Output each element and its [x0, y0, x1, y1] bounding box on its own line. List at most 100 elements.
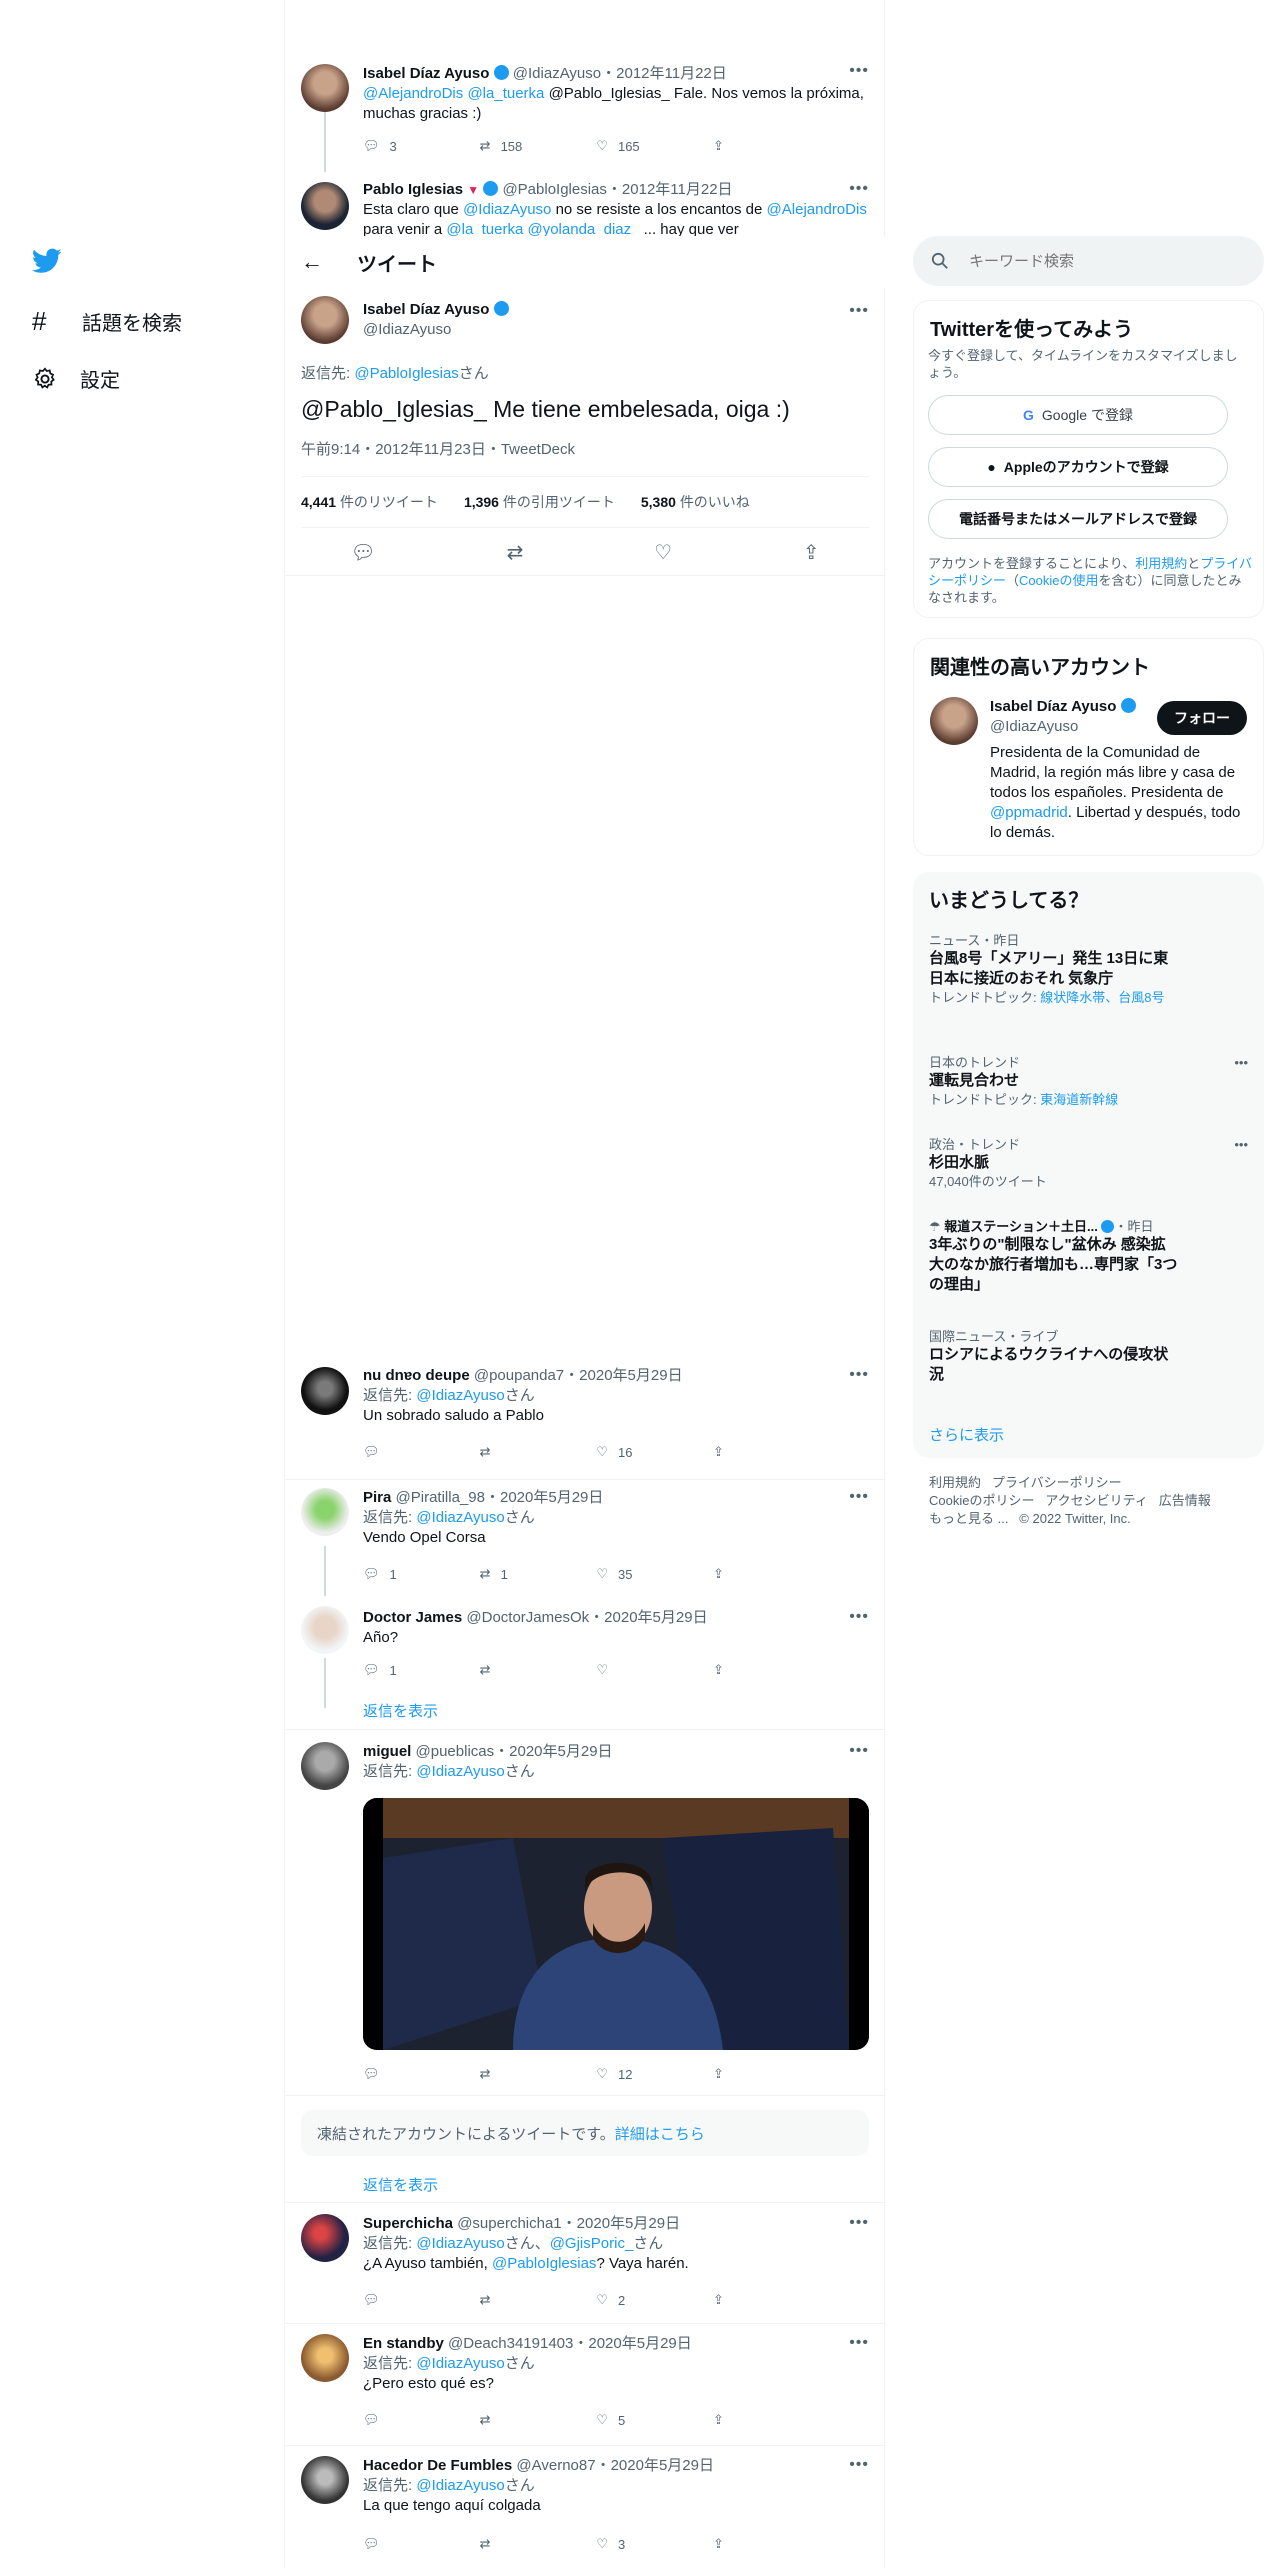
author-handle[interactable]: @Averno87 [516, 2457, 595, 2474]
mention[interactable]: @PabloIglesias [492, 2255, 596, 2272]
reply-tweet[interactable]: nu dnɐo deupe @poupanda7・2020年5月29日 返信先:… [285, 1362, 885, 1480]
author-handle[interactable]: @DoctorJamesOk [466, 1609, 589, 1626]
avatar[interactable] [930, 697, 978, 745]
author-name[interactable]: Pira [363, 1489, 391, 1506]
tweet-date[interactable]: 2020年5月29日 [577, 2215, 680, 2232]
author-handle[interactable]: @pueblicas [416, 1743, 495, 1760]
avatar[interactable] [301, 64, 349, 112]
share-button[interactable]: ⇪ [713, 2292, 783, 2308]
more-options-icon[interactable]: ••• [849, 1742, 869, 1760]
avatar[interactable] [301, 2214, 349, 2262]
share-button[interactable]: ⇪ [713, 2412, 783, 2428]
mention[interactable]: @IdiazAyuso [416, 1387, 504, 1404]
quote-stat[interactable]: 1,396 件の引用ツイート [464, 492, 615, 512]
footer-link[interactable]: プライバシーポリシー [992, 1475, 1122, 1490]
mention[interactable]: @IdiazAyuso [463, 201, 551, 218]
mention[interactable]: @IdiazAyuso [416, 1763, 504, 1780]
author-name[interactable]: Isabel Díaz Ayuso [363, 65, 489, 82]
footer-link[interactable]: Cookieのポリシー [929, 1493, 1034, 1508]
tweet-date[interactable]: 2020年5月29日 [509, 1743, 612, 1760]
author-name[interactable]: nu dnɐo deupe [363, 1367, 470, 1384]
footer-link[interactable]: 利用規約 [929, 1475, 981, 1490]
more-options-icon[interactable]: ••• [849, 1366, 869, 1384]
thread-tweet-1[interactable]: Isabel Díaz Ayuso @IdiazAyuso・2012年11月22… [285, 50, 885, 172]
retweet-button[interactable]: ⇄ [480, 2536, 550, 2552]
retweet-button[interactable]: ⇄ [480, 2066, 550, 2082]
back-arrow-icon[interactable]: ← [301, 249, 341, 275]
retweet-button[interactable]: ⇄ 158 [480, 138, 550, 154]
show-replies-link[interactable]: 返信を表示 [363, 2174, 438, 2195]
author-handle[interactable]: @Piratilla_98 [396, 1489, 485, 1506]
reply-tweet[interactable]: Doctor James @DoctorJamesOk・2020年5月29日 A… [285, 1600, 885, 1730]
reply-button[interactable]: 💬︎ [363, 2412, 433, 2428]
more-options-icon[interactable]: ••• [849, 2214, 869, 2232]
avatar[interactable] [301, 296, 349, 344]
avatar[interactable] [301, 1742, 349, 1790]
tweet-date[interactable]: 2020年5月29日 [588, 2335, 691, 2352]
heart-icon[interactable]: ♡ [654, 540, 672, 565]
nav-settings[interactable]: 設定 [32, 364, 120, 393]
author-name[interactable]: Pablo Iglesias [363, 181, 463, 198]
phone-email-signup-button[interactable]: 電話番号またはメールアドレスで登録 [928, 499, 1228, 539]
tweet-date[interactable]: 2020年5月29日 [604, 1609, 707, 1626]
retweet-button[interactable]: ⇄ [480, 1662, 550, 1678]
footer-more[interactable]: もっと見る ... [929, 1511, 1008, 1526]
thread-tweet-2[interactable]: Pablo Iglesias ▼ @PabloIglesias・2012年11月… [285, 168, 885, 238]
reply-button[interactable]: 💬︎ [363, 1444, 433, 1460]
reply-tweet[interactable]: Pira @Piratilla_98・2020年5月29日 返信先: @Idia… [285, 1480, 885, 1596]
share-button[interactable]: ⇪ [713, 138, 783, 154]
apple-signup-button[interactable]: ● Appleのアカウントで登録 [928, 447, 1228, 487]
more-options-icon[interactable]: ••• [849, 62, 869, 80]
author-handle[interactable]: @PabloIglesias [502, 181, 606, 198]
share-button[interactable]: ⇪ [713, 1566, 783, 1582]
retweet-icon[interactable]: ⇄ [507, 540, 524, 565]
mention[interactable]: @IdiazAyuso [416, 2355, 504, 2372]
share-button[interactable]: ⇪ [713, 1444, 783, 1460]
tweet-media-video[interactable] [363, 1798, 869, 2050]
avatar[interactable] [301, 182, 349, 230]
tweet-date[interactable]: 2012年11月22日 [616, 65, 727, 82]
like-button[interactable]: ♡ [596, 1662, 666, 1678]
avatar[interactable] [301, 2334, 349, 2382]
mention[interactable]: @AlejandroDis [363, 85, 463, 102]
cookie-link[interactable]: Cookieの使用 [1019, 573, 1098, 588]
more-options-icon[interactable]: ••• [849, 1488, 869, 1506]
mention[interactable]: @GjisPoric_ [550, 2235, 634, 2252]
retweet-button[interactable]: ⇄ [480, 1444, 550, 1460]
retweet-button[interactable]: ⇄ [480, 2412, 550, 2428]
show-replies-link[interactable]: 返信を表示 [363, 1700, 438, 1721]
author-handle[interactable]: @Deach34191403 [448, 2335, 573, 2352]
reply-button[interactable]: 💬︎ [363, 2292, 433, 2308]
share-button[interactable]: ⇪ [713, 1662, 783, 1678]
reply-tweet[interactable]: En standby @Deach34191403・2020年5月29日 返信先… [285, 2324, 885, 2446]
like-button[interactable]: ♡ 5 [596, 2412, 666, 2428]
more-options-icon[interactable]: ••• [849, 1608, 869, 1626]
more-options-icon[interactable]: ••• [1234, 1054, 1248, 1071]
reply-button[interactable]: 💬︎ 3 [363, 138, 433, 154]
author-name[interactable]: Doctor James [363, 1609, 462, 1626]
account-name[interactable]: Isabel Díaz Ayuso [990, 698, 1116, 715]
more-options-icon[interactable]: ••• [849, 2456, 869, 2474]
google-signup-button[interactable]: G Google で登録 [928, 395, 1228, 435]
retweet-button[interactable]: ⇄ 1 [480, 1566, 550, 1582]
mention[interactable]: @AlejandroDis [767, 201, 867, 218]
account-handle[interactable]: @IdiazAyuso [990, 717, 1136, 737]
like-button[interactable]: ♡ 3 [596, 2536, 666, 2552]
reply-tweet[interactable]: Superchicha @superchicha1・2020年5月29日 返信先… [285, 2204, 885, 2324]
retweet-stat[interactable]: 4,441 件のリツイート [301, 492, 438, 512]
search-input[interactable] [969, 252, 1229, 270]
author-handle[interactable]: @poupanda7 [474, 1367, 564, 1384]
tweet-date[interactable]: 2020年5月29日 [611, 2457, 714, 2474]
avatar[interactable] [301, 1606, 349, 1654]
author-handle[interactable]: @IdiazAyuso [363, 320, 509, 340]
mention[interactable]: @IdiazAyuso [416, 2477, 504, 2494]
mention[interactable]: @ppmadrid [990, 804, 1068, 821]
reply-tweet[interactable]: miguel @pueblicas・2020年5月29日 返信先: @Idiaz… [285, 1730, 885, 2096]
like-button[interactable]: ♡ 12 [596, 2066, 666, 2082]
search-box[interactable] [913, 236, 1264, 286]
like-button[interactable]: ♡ 165 [596, 138, 666, 154]
author-name[interactable]: Isabel Díaz Ayuso [363, 301, 489, 318]
mention[interactable]: @IdiazAyuso [416, 2235, 504, 2252]
more-options-icon[interactable]: ••• [849, 2334, 869, 2352]
author-name[interactable]: En standby [363, 2335, 444, 2352]
